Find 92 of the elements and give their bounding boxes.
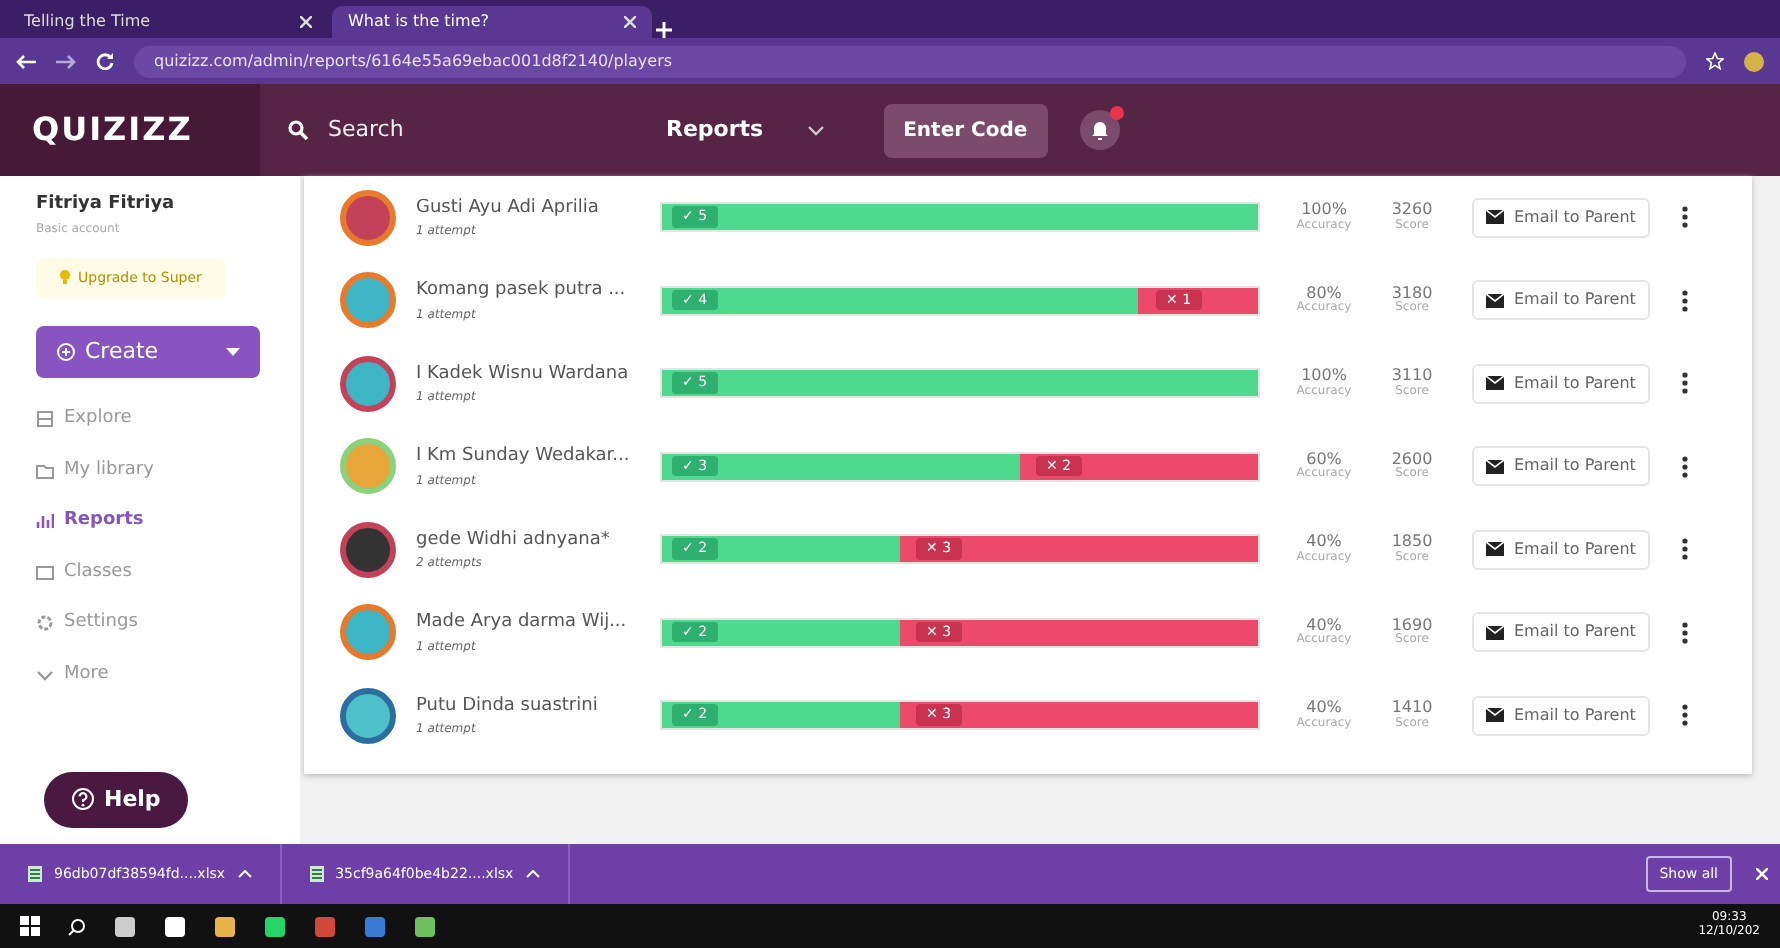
- score-value: 1410: [1389, 700, 1435, 717]
- chevron-up-icon: [525, 870, 540, 878]
- avatar-icon: [340, 189, 396, 246]
- caret-icon: [226, 348, 240, 356]
- help-button[interactable]: Help: [44, 771, 189, 828]
- email-parent-button[interactable]: Email to Parent: [1472, 363, 1650, 404]
- email-parent-button[interactable]: Email to Parent: [1472, 280, 1650, 321]
- search-field[interactable]: Search: [324, 111, 622, 149]
- avatar-icon: [340, 604, 396, 661]
- accuracy-value: 40%: [1306, 617, 1342, 634]
- envelope-icon: [1486, 625, 1504, 640]
- more-options-icon[interactable]: [1681, 621, 1688, 644]
- spreadsheet-file-icon: [309, 866, 324, 882]
- more-options-icon[interactable]: [1681, 372, 1688, 395]
- notification-badge: [1109, 106, 1124, 120]
- player-name: I Km Sunday Wedakar...: [416, 444, 632, 470]
- bell-icon: [1089, 119, 1110, 141]
- player-name: Gusti Ayu Adi Aprilia: [416, 195, 601, 221]
- more-options-icon[interactable]: [1681, 289, 1688, 312]
- envelope-icon: [1486, 376, 1504, 391]
- more-options-icon[interactable]: [1681, 206, 1688, 229]
- close-icon[interactable]: [300, 16, 312, 28]
- logo[interactable]: QUIZIZZ: [0, 106, 260, 154]
- score-value: 3110: [1389, 368, 1435, 385]
- plus-icon[interactable]: [656, 22, 672, 38]
- email-parent-button[interactable]: Email to Parent: [1472, 612, 1650, 653]
- envelope-icon: [1486, 210, 1504, 225]
- help-icon: [72, 787, 94, 809]
- sidebar-item[interactable]: Reports: [36, 496, 264, 547]
- envelope-icon: [1486, 293, 1504, 308]
- player-name: Komang pasek putra ...: [416, 278, 628, 304]
- create-button[interactable]: Create: [36, 326, 260, 378]
- spreadsheet-file-icon: [28, 866, 42, 882]
- user-name: Fitriya Fitriya: [36, 192, 177, 218]
- address-field[interactable]: quizizz.com/admin/reports/6164e55a69ebac001d8f2140/players: [134, 45, 1686, 77]
- avatar-icon: [340, 687, 396, 744]
- accuracy-value: 100%: [1299, 202, 1349, 219]
- email-parent-button[interactable]: Email to Parent: [1472, 197, 1650, 238]
- email-parent-button[interactable]: Email to Parent: [1472, 695, 1650, 736]
- accuracy-value: 40%: [1304, 534, 1344, 551]
- board-icon: [36, 563, 54, 582]
- chevron-down-icon[interactable]: [807, 125, 824, 135]
- accuracy-value: 100%: [1299, 368, 1349, 385]
- chevron-down-icon: [36, 665, 54, 684]
- close-icon[interactable]: [624, 16, 636, 28]
- envelope-icon: [1486, 542, 1504, 557]
- windows-start-icon[interactable]: [20, 916, 40, 936]
- notification-bell-icon[interactable]: [1079, 110, 1120, 150]
- back-arrow-icon[interactable]: [16, 53, 36, 69]
- enter-code-button[interactable]: Enter Code: [883, 103, 1048, 157]
- avatar-icon: [340, 355, 396, 412]
- bar-chart-icon: [36, 512, 54, 531]
- chevron-up-icon: [237, 870, 252, 878]
- forward-arrow-icon[interactable]: [56, 53, 76, 69]
- reload-icon[interactable]: [96, 52, 114, 70]
- reports-menu[interactable]: Reports: [638, 113, 792, 147]
- score-value: 1850: [1389, 534, 1435, 551]
- avatar-icon[interactable]: [1744, 51, 1764, 71]
- settings-icon: [36, 614, 54, 633]
- player-name: Putu Dinda suastrini: [416, 693, 600, 719]
- star-icon[interactable]: [1706, 52, 1724, 70]
- browser-tab[interactable]: What is the time?: [332, 6, 652, 38]
- player-name: I Kadek Wisnu Wardana: [416, 361, 631, 387]
- more-options-icon[interactable]: [1681, 455, 1688, 478]
- grid-icon: [36, 410, 54, 429]
- search-icon: [288, 120, 308, 140]
- avatar-icon: [340, 438, 396, 495]
- player-name: Made Arya darma Wij...: [416, 610, 629, 636]
- accuracy-value: 40%: [1304, 700, 1344, 717]
- avatar-icon: [340, 272, 396, 329]
- accuracy-value: 60%: [1306, 451, 1342, 468]
- email-parent-button[interactable]: Email to Parent: [1472, 446, 1650, 487]
- envelope-icon: [1486, 708, 1504, 723]
- email-parent-button[interactable]: Email to Parent: [1472, 529, 1650, 570]
- more-options-icon[interactable]: [1681, 704, 1688, 727]
- score-value: 3180: [1389, 285, 1435, 302]
- plus-circle-icon: [56, 342, 76, 362]
- lightbulb-icon: [60, 270, 70, 285]
- sidebar-item[interactable]: My library: [36, 445, 264, 496]
- score-value: 1690: [1389, 617, 1435, 634]
- player-name: gede Widhi adnyana*: [416, 527, 612, 553]
- sidebar-item[interactable]: More: [36, 649, 264, 700]
- avatar-icon: [340, 521, 396, 578]
- more-options-icon[interactable]: [1681, 538, 1688, 561]
- score-value: 3260: [1389, 202, 1435, 219]
- accuracy-value: 80%: [1306, 285, 1342, 302]
- sidebar-item[interactable]: Classes: [36, 547, 264, 598]
- search-icon[interactable]: [68, 917, 86, 935]
- sidebar-item[interactable]: Settings: [36, 598, 264, 649]
- browser-tab[interactable]: Telling the Time: [8, 6, 328, 38]
- envelope-icon: [1486, 459, 1504, 474]
- score-value: 2600: [1389, 451, 1435, 468]
